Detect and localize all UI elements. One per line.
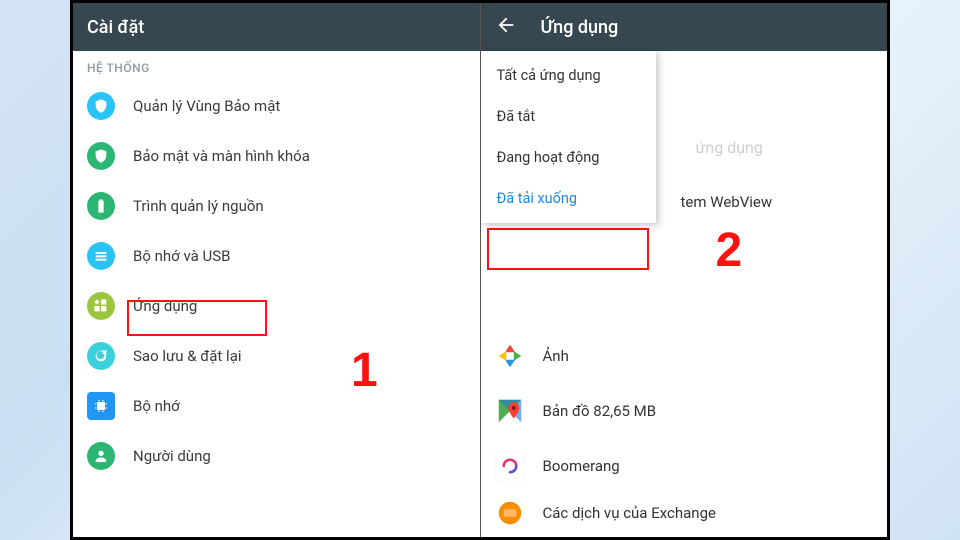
highlight-box-apps — [127, 300, 267, 336]
chip-icon — [87, 392, 115, 420]
highlight-box-downloaded — [487, 228, 649, 270]
settings-item-label: Quản lý Vùng Bảo mật — [133, 97, 466, 115]
boomerang-icon — [495, 451, 525, 481]
settings-item-storage-usb[interactable]: Bộ nhớ và USB — [73, 231, 480, 281]
app-label: Các dịch vụ của Exchange — [543, 504, 716, 522]
exchange-icon — [495, 498, 525, 528]
app-row-maps[interactable]: Bản đồ 82,65 MB — [481, 383, 888, 438]
settings-item-backup[interactable]: Sao lưu & đặt lại — [73, 331, 480, 381]
settings-item-label: Trình quản lý nguồn — [133, 197, 466, 215]
user-icon — [87, 442, 115, 470]
shield-cog-icon — [87, 92, 115, 120]
filter-running[interactable]: Đang hoạt động — [481, 137, 656, 178]
appbar-apps: Ứng dụng — [481, 3, 888, 51]
shield-icon — [87, 142, 115, 170]
back-icon[interactable] — [495, 14, 517, 41]
battery-icon — [87, 192, 115, 220]
settings-item-users[interactable]: Người dùng — [73, 431, 480, 481]
filter-all-apps[interactable]: Tất cả ứng dụng — [481, 55, 656, 96]
app-label-wrap: Bản đồ 82,65 MB — [543, 402, 657, 420]
photos-icon — [495, 341, 525, 371]
apps-panel: Ứng dụng ứng dụng tem WebView Tất cả ứng… — [481, 3, 888, 537]
apps-icon — [87, 292, 115, 320]
settings-item-label: Bảo mật và màn hình khóa — [133, 147, 466, 165]
storage-icon — [87, 242, 115, 270]
maps-icon — [495, 396, 525, 426]
settings-item-security-lock[interactable]: Bảo mật và màn hình khóa — [73, 131, 480, 181]
app-row-photos[interactable]: Ảnh — [481, 328, 888, 383]
appbar-title: Cài đặt — [87, 17, 144, 38]
app-row-boomerang[interactable]: Boomerang — [481, 438, 888, 493]
appbar-settings: Cài đặt — [73, 3, 480, 51]
app-label: Boomerang — [543, 457, 620, 475]
backup-icon — [87, 342, 115, 370]
app-list: Ảnh Bản đồ 82,65 MB Boomerang — [481, 266, 888, 533]
ghost-row-1: ứng dụng — [696, 138, 763, 157]
app-sublabel: 82,65 MB — [593, 402, 656, 420]
app-label: Ảnh — [543, 347, 569, 365]
step-number-2: 2 — [716, 223, 743, 278]
app-label: Bản đồ — [543, 402, 590, 420]
settings-item-security-zone[interactable]: Quản lý Vùng Bảo mật — [73, 81, 480, 131]
filter-downloaded[interactable]: Đã tải xuống — [481, 178, 656, 219]
section-header-system: HỆ THỐNG — [73, 51, 480, 81]
settings-item-label: Người dùng — [133, 447, 466, 465]
settings-item-label: Bộ nhớ — [133, 397, 466, 415]
settings-panel: Cài đặt HỆ THỐNG Quản lý Vùng Bảo mật Bả… — [73, 3, 481, 537]
filter-dropdown: Tất cả ứng dụng Đã tắt Đang hoạt động Đã… — [481, 51, 656, 223]
filter-disabled[interactable]: Đã tắt — [481, 96, 656, 137]
ghost-row-2: tem WebView — [681, 193, 773, 211]
step-number-1: 1 — [351, 343, 378, 398]
tutorial-frame: Cài đặt HỆ THỐNG Quản lý Vùng Bảo mật Bả… — [70, 0, 890, 540]
appbar-title: Ứng dụng — [541, 17, 619, 38]
settings-item-label: Bộ nhớ và USB — [133, 247, 466, 265]
app-row-exchange[interactable]: Các dịch vụ của Exchange — [481, 493, 888, 533]
settings-item-memory[interactable]: Bộ nhớ — [73, 381, 480, 431]
settings-item-label: Sao lưu & đặt lại — [133, 347, 466, 365]
settings-item-power[interactable]: Trình quản lý nguồn — [73, 181, 480, 231]
